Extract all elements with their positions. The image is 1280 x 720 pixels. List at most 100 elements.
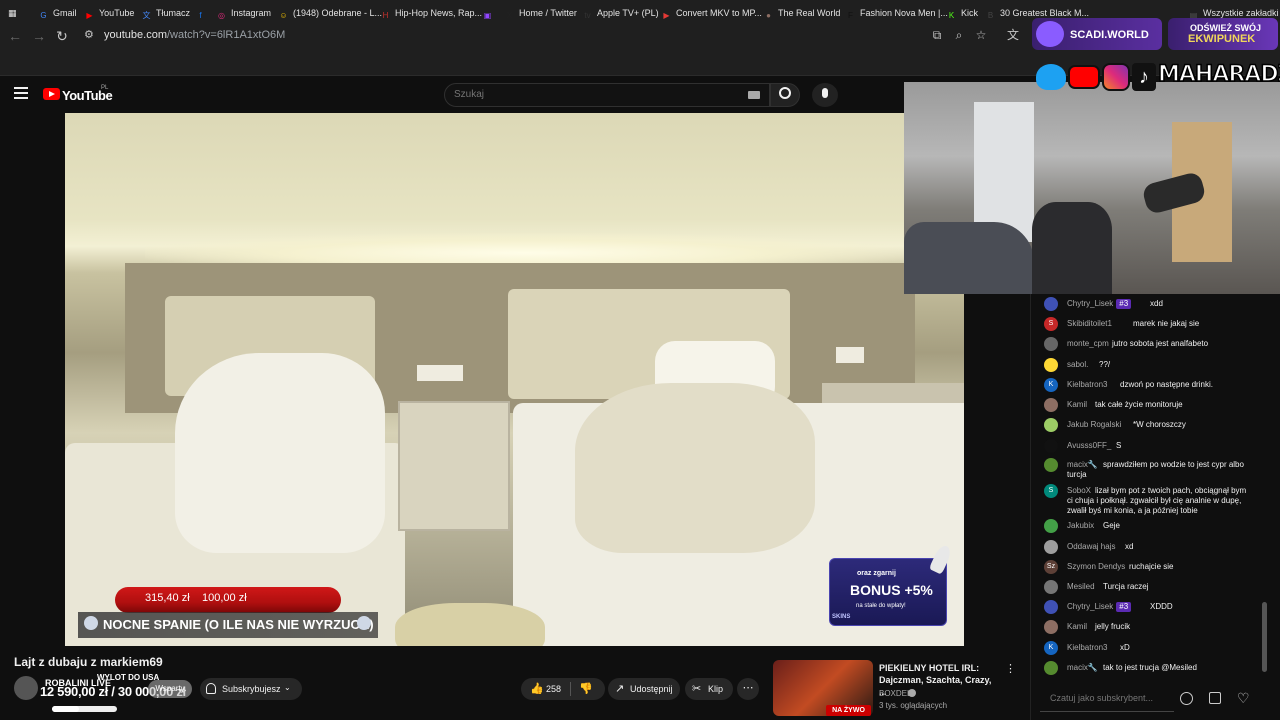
bookmark-favicon-icon: K — [948, 11, 955, 20]
bookmark-item[interactable]: H Hip-Hop News, Rap... — [380, 6, 482, 20]
chat-author[interactable]: Skibiditoilet1 — [1067, 319, 1112, 329]
chat-author[interactable]: macix🔧 — [1067, 663, 1098, 673]
chat-author[interactable]: Jakubix — [1067, 521, 1094, 531]
chat-avatar[interactable] — [1044, 661, 1058, 675]
chat-avatar[interactable]: K — [1044, 641, 1058, 655]
heart-icon[interactable]: ♡ — [1237, 690, 1250, 707]
forward-arrow-icon[interactable]: → — [30, 27, 48, 45]
chat-input[interactable] — [1050, 693, 1170, 703]
bookmark-item[interactable]: F Fashion Nova Men |... — [845, 6, 948, 20]
chat-avatar[interactable] — [1044, 418, 1058, 432]
chat-avatar[interactable] — [1044, 398, 1058, 412]
chat-avatar[interactable] — [1044, 600, 1058, 614]
chat-avatar[interactable]: S — [1044, 484, 1058, 498]
install-icon[interactable]: ⧉ — [930, 28, 944, 42]
bookmark-item[interactable]: f — [195, 6, 210, 20]
zoom-icon[interactable]: ⌕ — [952, 28, 966, 42]
hamburger-menu-icon[interactable] — [14, 87, 28, 101]
chat-text-line: dzwoń po następne drinki. — [1120, 380, 1213, 389]
recommendation-channel[interactable]: BOXDEL — [879, 689, 911, 698]
chat-avatar[interactable]: K — [1044, 378, 1058, 392]
chat-author[interactable]: Szymon Dendys — [1067, 562, 1125, 572]
chat-author[interactable]: Chytry_Lisek #3 — [1067, 602, 1132, 612]
chat-avatar[interactable] — [1044, 519, 1058, 533]
chat-author[interactable]: Kamil — [1067, 622, 1087, 632]
chat-author[interactable]: Kamil — [1067, 400, 1087, 410]
chat-avatar[interactable] — [1044, 540, 1058, 554]
chat-avatar[interactable] — [1044, 620, 1058, 634]
bookmark-item[interactable]: ◎ Instagram — [216, 6, 271, 20]
bookmark-item[interactable]: tv Apple TV+ (PL) — [582, 6, 658, 20]
chat-author[interactable]: Avusss0FF_ — [1067, 441, 1111, 451]
supers-icon[interactable] — [1209, 692, 1221, 704]
like-count[interactable]: 258 — [546, 684, 561, 694]
chat-author[interactable]: sabol. — [1067, 360, 1088, 370]
thumbs-down-icon[interactable]: 👎 — [579, 682, 593, 695]
wall-outlet — [417, 365, 463, 381]
bookmark-item[interactable]: K Kick — [946, 6, 978, 20]
chat-text: *W choroszczy — [1133, 420, 1186, 430]
bookmark-label: Home / Twitter — [519, 8, 577, 18]
youtube-logo-icon[interactable] — [43, 88, 60, 100]
chat-scrollbar[interactable] — [1262, 602, 1267, 672]
bookmark-item[interactable]: ▣ — [482, 6, 497, 20]
bookmark-item[interactable]: ▶ YouTube — [84, 6, 134, 20]
apps-icon[interactable]: ▦ — [8, 6, 17, 20]
reload-icon[interactable]: ↻ — [53, 27, 71, 45]
chat-avatar[interactable]: S — [1044, 317, 1058, 331]
chat-author[interactable]: Kielbatron3 — [1067, 380, 1107, 390]
chat-text: dzwoń po następne drinki. — [1120, 380, 1213, 390]
chat-author[interactable]: Chytry_Lisek #3 — [1067, 299, 1132, 309]
search-input[interactable] — [454, 89, 734, 100]
thumbs-up-icon[interactable]: 👍 — [530, 682, 544, 695]
bookmark-favicon-icon: G — [40, 11, 47, 20]
chat-author-name: Kielbatron3 — [1067, 643, 1108, 652]
bookmark-item[interactable]: 文 Tłumacz — [141, 6, 191, 20]
skull-icon — [357, 616, 371, 630]
chat-author-name: Jakubix — [1067, 521, 1095, 530]
chat-avatar[interactable] — [1044, 358, 1058, 372]
keyboard-icon[interactable] — [748, 91, 760, 99]
chat-author[interactable]: monte_cpm — [1067, 339, 1109, 349]
chat-avatar[interactable] — [1044, 297, 1058, 311]
chat-author[interactable]: Oddawaj hajs — [1067, 542, 1115, 552]
translate-icon[interactable]: 文 — [1006, 28, 1020, 42]
bookmark-favicon-icon: 文 — [142, 11, 151, 20]
chat-author-name: monte_cpm — [1067, 339, 1109, 348]
site-info-icon[interactable]: ⚙ — [84, 28, 98, 42]
instagram-icon — [1102, 63, 1130, 91]
address-bar[interactable]: youtube.com/watch?v=6lR1A1xtO6M — [104, 29, 285, 41]
chat-author[interactable]: SoboX — [1067, 486, 1091, 496]
bookmark-favicon-icon: ▶ — [663, 11, 670, 20]
bookmark-item[interactable]: ▶ Convert MKV to MP... — [661, 6, 761, 20]
live-badge: NA ŻYWO — [826, 705, 871, 716]
chat-avatar[interactable] — [1044, 439, 1058, 453]
joined-button[interactable]: Wsparty — [148, 680, 192, 698]
webcam-window — [974, 102, 1034, 242]
chat-avatar[interactable]: Sz — [1044, 560, 1058, 574]
star-icon[interactable]: ☆ — [974, 28, 988, 42]
bookmark-item[interactable]: X Home / Twitter — [504, 6, 577, 20]
bookmark-item[interactable]: ● The Real World — [763, 6, 840, 20]
emoji-icon[interactable] — [1180, 692, 1193, 705]
chat-avatar[interactable] — [1044, 580, 1058, 594]
chat-avatar[interactable] — [1044, 458, 1058, 472]
chat-author[interactable]: Kielbatron3 — [1067, 643, 1107, 653]
chat-author-name: sabol. — [1067, 360, 1089, 369]
scissors-icon: ✂ — [692, 683, 702, 695]
chat-author[interactable]: Mesiled — [1067, 582, 1095, 592]
back-arrow-icon[interactable]: ← — [6, 27, 24, 45]
more-actions-button[interactable]: ⋯ — [737, 678, 759, 700]
more-vertical-icon[interactable]: ⋮ — [1005, 662, 1016, 675]
streamer-handle: MAHARADZZA — [1157, 61, 1280, 88]
chat-text-line: xdd — [1150, 299, 1163, 308]
bookmark-favicon-icon: F — [848, 11, 853, 20]
bookmark-item[interactable]: ☺ (1948) Odebrane - L... — [278, 6, 382, 20]
bookmark-item[interactable]: G Gmail — [38, 6, 76, 20]
goal-current: 12 590,00 zł — [40, 684, 108, 699]
chat-avatar[interactable] — [1044, 337, 1058, 351]
channel-avatar[interactable] — [14, 676, 38, 700]
chat-author-name: Kamil — [1067, 400, 1088, 409]
chat-author[interactable]: macix🔧 — [1067, 460, 1098, 470]
chat-author[interactable]: Jakub Rogalski — [1067, 420, 1121, 430]
